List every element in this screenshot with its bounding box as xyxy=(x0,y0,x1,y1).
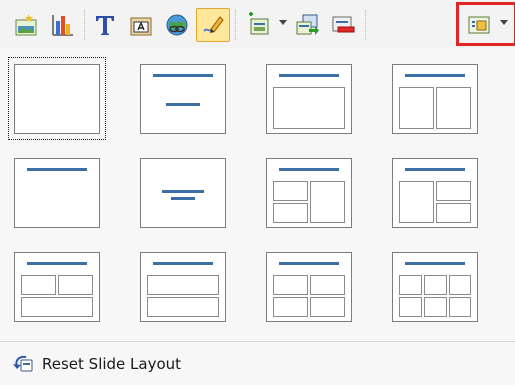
layout-thumbnail xyxy=(14,157,100,228)
layout-title-two-left-one-right[interactable] xyxy=(260,151,358,234)
reset-slide-layout-button[interactable]: Reset Slide Layout xyxy=(0,343,515,385)
toolbar xyxy=(0,0,515,48)
new-slide-button[interactable] xyxy=(242,8,276,42)
toolbar-separator xyxy=(235,10,237,40)
layout-thumbnail xyxy=(266,251,352,322)
pencil-icon xyxy=(203,16,224,33)
insert-chart-button[interactable] xyxy=(46,8,80,42)
layout-thumbnail xyxy=(392,251,478,322)
layout-thumbnail xyxy=(140,157,226,228)
delete-slide-icon xyxy=(332,16,355,33)
layout-thumbnail xyxy=(392,157,478,228)
toolbar-separator xyxy=(365,10,367,40)
insert-hyperlink-button[interactable] xyxy=(160,8,194,42)
layout-title-four-boxes[interactable] xyxy=(260,245,358,328)
drawing-tool-button[interactable] xyxy=(196,8,230,42)
layout-title-one-left-two-right[interactable] xyxy=(386,151,484,234)
highlight-box xyxy=(456,2,515,46)
layout-title-one-top-two-bottom[interactable] xyxy=(134,245,232,328)
layout-title-two-top-one-bottom[interactable] xyxy=(8,245,106,328)
layout-title-only[interactable] xyxy=(8,151,106,234)
hyperlink-icon xyxy=(166,14,188,36)
layout-blank[interactable] xyxy=(8,57,106,140)
undo-arrow-icon xyxy=(12,353,34,375)
picture-icon xyxy=(15,14,37,36)
layout-thumbnail xyxy=(266,157,352,228)
reset-slide-layout-label: Reset Slide Layout xyxy=(42,355,182,373)
layout-title-six-boxes[interactable] xyxy=(386,245,484,328)
toolbar-separator xyxy=(84,10,86,40)
insert-picture-button[interactable] xyxy=(10,8,44,42)
layout-title-two-columns[interactable] xyxy=(386,57,484,140)
layout-title-content-box[interactable] xyxy=(260,57,358,140)
textbox-icon xyxy=(130,17,152,36)
new-slide-icon xyxy=(249,12,269,35)
insert-textbox-button[interactable] xyxy=(124,8,158,42)
text-t-icon xyxy=(96,16,114,35)
divider xyxy=(0,341,515,342)
delete-slide-button[interactable] xyxy=(326,8,360,42)
text-button[interactable] xyxy=(88,8,122,42)
layout-grid xyxy=(8,57,508,327)
layout-thumbnail xyxy=(140,63,226,134)
layout-thumbnail xyxy=(14,251,100,322)
layout-title-content[interactable] xyxy=(134,57,232,140)
bar-chart-icon xyxy=(52,15,73,36)
duplicate-slide-icon xyxy=(296,14,319,35)
layout-thumbnail xyxy=(14,63,100,134)
new-slide-dropdown-arrow[interactable] xyxy=(279,20,287,25)
duplicate-slide-button[interactable] xyxy=(290,8,324,42)
layout-centered-text[interactable] xyxy=(134,151,232,234)
layout-thumbnail xyxy=(392,63,478,134)
layout-thumbnail xyxy=(266,63,352,134)
layout-thumbnail xyxy=(140,251,226,322)
